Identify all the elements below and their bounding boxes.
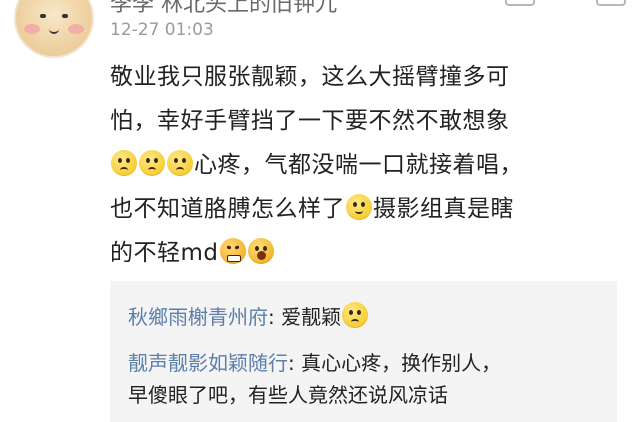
reply-author[interactable]: 秋鄉雨榭青州府 — [128, 305, 268, 329]
like-icon[interactable] — [596, 0, 626, 6]
reply-text: 真心心疼，换作别人， — [301, 351, 502, 375]
angry-icon — [219, 238, 246, 264]
comment-line-text: 心疼，气都没喘一口就接着唱， — [194, 152, 523, 178]
comment-line: 心疼，气都没喘一口就接着唱， — [110, 143, 615, 187]
reply-item[interactable]: 靓声靓影如颖随行: 真心心疼，换作别人， 早傻眼了吧，有些人竟然还说风凉话 — [128, 347, 608, 411]
comment-line: 敬业我只服张靓颖，这么大摇臂撞多可 — [110, 64, 510, 90]
pleading-icon — [139, 150, 165, 176]
avatar[interactable] — [14, 0, 94, 58]
comment-line-text: 摄影组真是瞎 — [373, 196, 514, 222]
reply-separator: : — [288, 351, 302, 375]
comment-line-text: 的不轻md — [110, 240, 219, 266]
shout-icon — [247, 238, 274, 264]
pleading-icon — [167, 150, 193, 176]
comment-body: 敬业我只服张靓颖，这么大摇臂撞多可 怕，幸好手臂挡了一下要不然不敢想象 心疼，气… — [110, 55, 615, 275]
comment-line: 怕，幸好手臂挡了一下要不然不敢想象 — [110, 108, 510, 134]
reply-text: 爱靓颖 — [281, 305, 342, 329]
pleading-icon — [342, 302, 369, 328]
comment-line: 也不知道胳膊怎么样了 摄影组真是瞎 — [110, 187, 615, 231]
reply-item[interactable]: 秋鄉雨榭青州府: 爱靓颖 — [128, 301, 608, 333]
relieved-icon — [346, 194, 372, 220]
comment-timestamp: 12-27 01:03 — [110, 20, 214, 40]
reply-icon[interactable] — [505, 0, 535, 6]
avatar-mouth — [49, 26, 59, 34]
reply-line: 靓声靓影如颖随行: 真心心疼，换作别人， — [128, 347, 608, 379]
avatar-cheek-left — [24, 24, 40, 34]
comment-line: 的不轻md — [110, 231, 615, 275]
reply-separator: : — [268, 305, 282, 329]
reply-author[interactable]: 靓声靓影如颖随行 — [128, 351, 288, 375]
comment-username[interactable]: 李李 林北头上的旧钟九 — [110, 0, 337, 18]
avatar-eye-right — [62, 14, 68, 18]
avatar-cheek-right — [68, 24, 84, 34]
reply-list[interactable]: 秋鄉雨榭青州府: 爱靓颖 靓声靓影如颖随行: 真心心疼，换作别人， 早傻眼了吧，… — [110, 281, 617, 422]
reply-line: 早傻眼了吧，有些人竟然还说风凉话 — [128, 383, 448, 407]
comment-line-text: 也不知道胳膊怎么样了 — [110, 196, 345, 222]
pleading-icon — [111, 150, 137, 176]
avatar-eye-left — [40, 14, 46, 18]
